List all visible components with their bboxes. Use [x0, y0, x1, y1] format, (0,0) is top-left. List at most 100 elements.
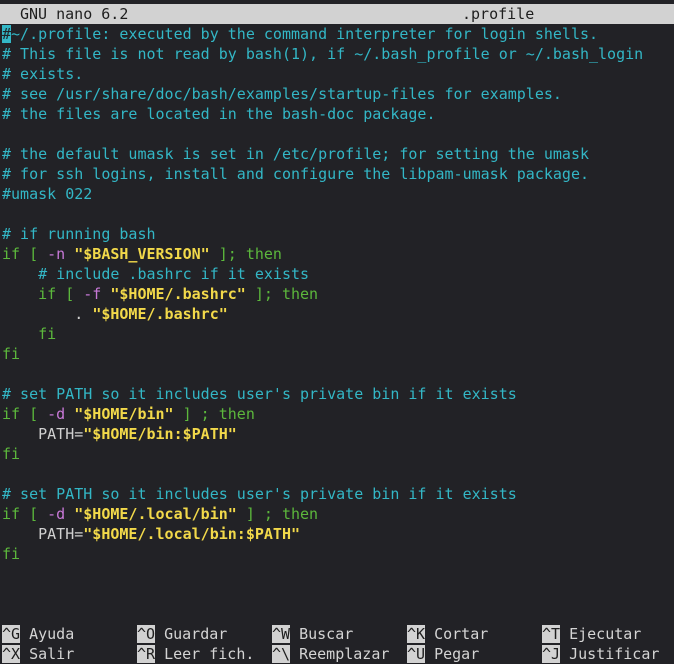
code-line: # for ssh logins, install and configure … [2, 164, 674, 184]
shortcut-cut[interactable]: ^K Cortar [407, 624, 488, 644]
code-line: fi [2, 444, 674, 464]
code-token: "$HOME/bin:$PATH" [83, 425, 237, 443]
code-line: if [ -d "$HOME/.local/bin" ] ; then [2, 504, 674, 524]
code-line: # if running bash [2, 224, 674, 244]
code-line: if [ -d "$HOME/bin" ] ; then [2, 404, 674, 424]
shortcut-label: Guardar [155, 625, 228, 643]
code-line: # exists. [2, 64, 674, 84]
shortcut-label: Justificar [560, 645, 660, 663]
shortcut-key: ^O [137, 625, 156, 643]
shortcut-label: Leer fich. [155, 645, 255, 663]
code-token: [ [56, 285, 84, 303]
shortcut-key: ^K [407, 625, 426, 643]
shortcut-key: ^\ [272, 645, 291, 663]
code-line: . "$HOME/.bashrc" [2, 304, 674, 324]
code-token: #umask 022 [2, 185, 93, 203]
code-token: -f [83, 285, 102, 303]
code-token: # the files are located in the bash-doc … [2, 105, 436, 123]
text-cursor: # [2, 25, 12, 43]
shortcut-label: Buscar [290, 625, 354, 643]
code-token: . [2, 305, 93, 323]
shortcut-exit[interactable]: ^X Salir [2, 644, 74, 664]
shortcut-paste[interactable]: ^U Pegar [407, 644, 479, 664]
shortcut-key: ^X [2, 645, 21, 663]
code-token: [ [20, 245, 48, 263]
shortcut-key: ^R [137, 645, 156, 663]
shortcut-label: Reemplazar [290, 645, 390, 663]
code-token: "$HOME/.bashrc" [110, 285, 246, 303]
code-line: # include .bashrc if it exists [2, 264, 674, 284]
code-token: ] ; then [173, 405, 255, 423]
code-token: # include .bashrc if it exists [38, 265, 310, 283]
code-line: # This file is not read by bash(1), if ~… [2, 44, 674, 64]
shortcut-key: ^W [272, 625, 291, 643]
editor-area[interactable]: #~/.profile: executed by the command int… [2, 24, 674, 564]
code-token: [ [20, 505, 48, 523]
file-name: .profile [462, 5, 535, 23]
code-token: # for ssh logins, install and configure … [2, 165, 589, 183]
code-token: fi [38, 325, 57, 343]
shortcut-execute[interactable]: ^T Ejecutar [542, 624, 641, 644]
code-line: #~/.profile: executed by the command int… [2, 24, 674, 44]
code-token: fi [2, 545, 21, 563]
shortcut-key: ^G [2, 625, 21, 643]
code-token: if [2, 245, 21, 263]
code-line: #umask 022 [2, 184, 674, 204]
title-bar: GNU nano 6.2 .profile [0, 4, 674, 24]
code-line: # the default umask is set in /etc/profi… [2, 144, 674, 164]
code-token: if [2, 405, 21, 423]
terminal-window: GNU nano 6.2 .profile #~/.profile: execu… [0, 0, 674, 664]
code-line: PATH="$HOME/.local/bin:$PATH" [2, 524, 674, 544]
code-line: # set PATH so it includes user's private… [2, 384, 674, 404]
code-token: # exists. [2, 65, 84, 83]
shortcut-key: ^J [542, 645, 561, 663]
shortcut-read-file[interactable]: ^R Leer fich. [137, 644, 254, 664]
shortcut-label: Ayuda [20, 625, 75, 643]
code-token: ] ; then [236, 505, 319, 523]
code-token: # set PATH so it includes user's private… [2, 385, 517, 403]
shortcut-help[interactable]: ^G Ayuda [2, 624, 74, 644]
code-token: ]; then [245, 285, 319, 303]
code-token: -d [47, 505, 66, 523]
code-line: fi [2, 344, 674, 364]
code-token: "$HOME/.local/bin" [74, 505, 237, 523]
code-token: ~/.profile: executed by the command inte… [11, 25, 599, 43]
code-line: # set PATH so it includes user's private… [2, 484, 674, 504]
shortcut-replace[interactable]: ^\ Reemplazar [272, 644, 389, 664]
code-token: if [2, 505, 21, 523]
code-line: if [ -n "$BASH_VERSION" ]; then [2, 244, 674, 264]
code-token: "$HOME/.local/bin:$PATH" [83, 525, 301, 543]
code-line: if [ -f "$HOME/.bashrc" ]; then [2, 284, 674, 304]
code-token: # This file is not read by bash(1), if ~… [2, 45, 644, 63]
shortcut-label: Pegar [425, 645, 480, 663]
code-token: "$HOME/.bashrc" [92, 305, 228, 323]
code-token: ]; then [209, 245, 282, 263]
code-token: PATH= [2, 525, 84, 543]
shortcut-where-is[interactable]: ^W Buscar [272, 624, 353, 644]
shortcut-label: Cortar [425, 625, 489, 643]
shortcut-key: ^U [407, 645, 426, 663]
code-line: fi [2, 324, 674, 344]
code-token: # if running bash [2, 225, 156, 243]
code-line: # the files are located in the bash-doc … [2, 104, 674, 124]
shortcut-label: Salir [20, 645, 75, 663]
code-token: if [38, 285, 57, 303]
code-token: -n [47, 245, 66, 263]
code-token: # see /usr/share/doc/bash/examples/start… [2, 85, 562, 103]
code-token: -d [47, 405, 66, 423]
code-token: "$HOME/bin" [74, 405, 174, 423]
code-line: fi [2, 544, 674, 564]
shortcut-write-out[interactable]: ^O Guardar [137, 624, 227, 644]
shortcut-justify[interactable]: ^J Justificar [542, 644, 659, 664]
code-token: # the default umask is set in /etc/profi… [2, 145, 589, 163]
